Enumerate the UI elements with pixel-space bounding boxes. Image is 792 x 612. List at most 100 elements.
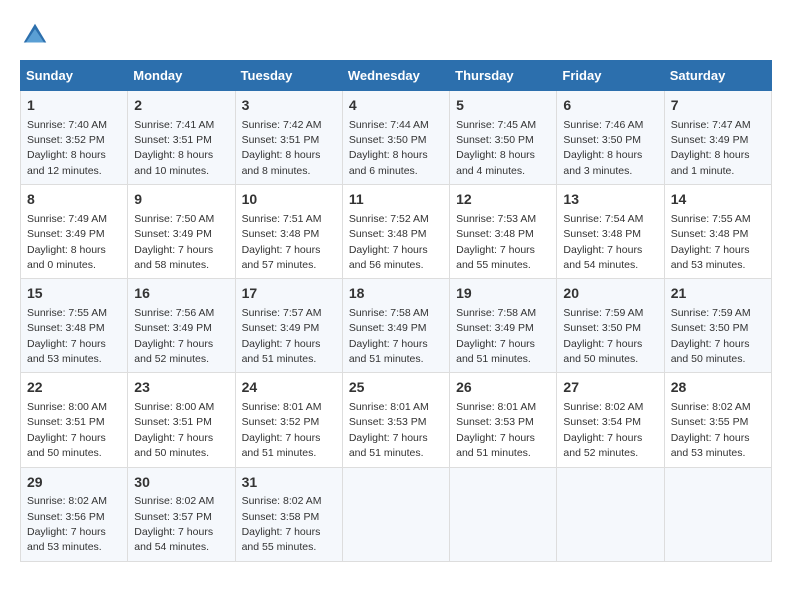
day-number: 20: [563, 284, 657, 304]
calendar-week-row: 22 Sunrise: 8:00 AMSunset: 3:51 PMDaylig…: [21, 373, 772, 467]
calendar-cell: 4 Sunrise: 7:44 AMSunset: 3:50 PMDayligh…: [342, 91, 449, 185]
day-number: 22: [27, 378, 121, 398]
day-info: Sunrise: 7:41 AMSunset: 3:51 PMDaylight:…: [134, 119, 214, 177]
day-info: Sunrise: 7:58 AMSunset: 3:49 PMDaylight:…: [456, 307, 536, 365]
calendar-cell: [342, 467, 449, 561]
day-info: Sunrise: 8:02 AMSunset: 3:57 PMDaylight:…: [134, 495, 214, 553]
day-info: Sunrise: 8:02 AMSunset: 3:56 PMDaylight:…: [27, 495, 107, 553]
day-number: 7: [671, 96, 765, 116]
day-info: Sunrise: 7:52 AMSunset: 3:48 PMDaylight:…: [349, 213, 429, 271]
day-number: 27: [563, 378, 657, 398]
day-info: Sunrise: 8:00 AMSunset: 3:51 PMDaylight:…: [27, 401, 107, 459]
calendar-cell: 5 Sunrise: 7:45 AMSunset: 3:50 PMDayligh…: [450, 91, 557, 185]
calendar-cell: 28 Sunrise: 8:02 AMSunset: 3:55 PMDaylig…: [664, 373, 771, 467]
header: [20, 20, 772, 50]
calendar-cell: 7 Sunrise: 7:47 AMSunset: 3:49 PMDayligh…: [664, 91, 771, 185]
calendar-cell: 12 Sunrise: 7:53 AMSunset: 3:48 PMDaylig…: [450, 185, 557, 279]
day-number: 31: [242, 473, 336, 493]
day-number: 13: [563, 190, 657, 210]
calendar-cell: 23 Sunrise: 8:00 AMSunset: 3:51 PMDaylig…: [128, 373, 235, 467]
calendar-week-row: 8 Sunrise: 7:49 AMSunset: 3:49 PMDayligh…: [21, 185, 772, 279]
day-info: Sunrise: 7:54 AMSunset: 3:48 PMDaylight:…: [563, 213, 643, 271]
calendar-cell: 17 Sunrise: 7:57 AMSunset: 3:49 PMDaylig…: [235, 279, 342, 373]
calendar-day-header: Friday: [557, 61, 664, 91]
day-number: 14: [671, 190, 765, 210]
calendar-header-row: SundayMondayTuesdayWednesdayThursdayFrid…: [21, 61, 772, 91]
day-info: Sunrise: 7:45 AMSunset: 3:50 PMDaylight:…: [456, 119, 536, 177]
calendar-week-row: 15 Sunrise: 7:55 AMSunset: 3:48 PMDaylig…: [21, 279, 772, 373]
day-info: Sunrise: 8:02 AMSunset: 3:54 PMDaylight:…: [563, 401, 643, 459]
calendar-cell: 30 Sunrise: 8:02 AMSunset: 3:57 PMDaylig…: [128, 467, 235, 561]
calendar-cell: 2 Sunrise: 7:41 AMSunset: 3:51 PMDayligh…: [128, 91, 235, 185]
day-number: 2: [134, 96, 228, 116]
calendar-cell: 10 Sunrise: 7:51 AMSunset: 3:48 PMDaylig…: [235, 185, 342, 279]
logo-icon: [20, 20, 50, 50]
calendar-cell: [557, 467, 664, 561]
day-info: Sunrise: 7:46 AMSunset: 3:50 PMDaylight:…: [563, 119, 643, 177]
calendar-cell: 20 Sunrise: 7:59 AMSunset: 3:50 PMDaylig…: [557, 279, 664, 373]
calendar-table: SundayMondayTuesdayWednesdayThursdayFrid…: [20, 60, 772, 562]
day-number: 29: [27, 473, 121, 493]
calendar-cell: 31 Sunrise: 8:02 AMSunset: 3:58 PMDaylig…: [235, 467, 342, 561]
calendar-cell: 24 Sunrise: 8:01 AMSunset: 3:52 PMDaylig…: [235, 373, 342, 467]
calendar-cell: 8 Sunrise: 7:49 AMSunset: 3:49 PMDayligh…: [21, 185, 128, 279]
calendar-week-row: 29 Sunrise: 8:02 AMSunset: 3:56 PMDaylig…: [21, 467, 772, 561]
day-number: 30: [134, 473, 228, 493]
calendar-cell: 18 Sunrise: 7:58 AMSunset: 3:49 PMDaylig…: [342, 279, 449, 373]
day-number: 16: [134, 284, 228, 304]
calendar-day-header: Wednesday: [342, 61, 449, 91]
day-info: Sunrise: 8:01 AMSunset: 3:53 PMDaylight:…: [456, 401, 536, 459]
calendar-cell: [664, 467, 771, 561]
day-number: 3: [242, 96, 336, 116]
calendar-day-header: Thursday: [450, 61, 557, 91]
calendar-cell: [450, 467, 557, 561]
calendar-cell: 25 Sunrise: 8:01 AMSunset: 3:53 PMDaylig…: [342, 373, 449, 467]
day-info: Sunrise: 7:59 AMSunset: 3:50 PMDaylight:…: [671, 307, 751, 365]
day-number: 9: [134, 190, 228, 210]
calendar-cell: 22 Sunrise: 8:00 AMSunset: 3:51 PMDaylig…: [21, 373, 128, 467]
calendar-cell: 9 Sunrise: 7:50 AMSunset: 3:49 PMDayligh…: [128, 185, 235, 279]
calendar-day-header: Tuesday: [235, 61, 342, 91]
day-info: Sunrise: 7:58 AMSunset: 3:49 PMDaylight:…: [349, 307, 429, 365]
day-info: Sunrise: 8:02 AMSunset: 3:58 PMDaylight:…: [242, 495, 322, 553]
day-info: Sunrise: 8:01 AMSunset: 3:52 PMDaylight:…: [242, 401, 322, 459]
logo: [20, 20, 54, 50]
calendar-cell: 15 Sunrise: 7:55 AMSunset: 3:48 PMDaylig…: [21, 279, 128, 373]
day-info: Sunrise: 8:00 AMSunset: 3:51 PMDaylight:…: [134, 401, 214, 459]
day-info: Sunrise: 7:49 AMSunset: 3:49 PMDaylight:…: [27, 213, 107, 271]
day-number: 15: [27, 284, 121, 304]
calendar-day-header: Sunday: [21, 61, 128, 91]
calendar-day-header: Saturday: [664, 61, 771, 91]
day-info: Sunrise: 7:53 AMSunset: 3:48 PMDaylight:…: [456, 213, 536, 271]
calendar-cell: 29 Sunrise: 8:02 AMSunset: 3:56 PMDaylig…: [21, 467, 128, 561]
calendar-cell: 27 Sunrise: 8:02 AMSunset: 3:54 PMDaylig…: [557, 373, 664, 467]
day-info: Sunrise: 8:01 AMSunset: 3:53 PMDaylight:…: [349, 401, 429, 459]
day-number: 18: [349, 284, 443, 304]
calendar-cell: 21 Sunrise: 7:59 AMSunset: 3:50 PMDaylig…: [664, 279, 771, 373]
day-info: Sunrise: 7:56 AMSunset: 3:49 PMDaylight:…: [134, 307, 214, 365]
day-number: 25: [349, 378, 443, 398]
day-info: Sunrise: 7:40 AMSunset: 3:52 PMDaylight:…: [27, 119, 107, 177]
calendar-cell: 6 Sunrise: 7:46 AMSunset: 3:50 PMDayligh…: [557, 91, 664, 185]
calendar-cell: 13 Sunrise: 7:54 AMSunset: 3:48 PMDaylig…: [557, 185, 664, 279]
day-info: Sunrise: 7:55 AMSunset: 3:48 PMDaylight:…: [671, 213, 751, 271]
day-number: 28: [671, 378, 765, 398]
calendar-cell: 3 Sunrise: 7:42 AMSunset: 3:51 PMDayligh…: [235, 91, 342, 185]
day-number: 21: [671, 284, 765, 304]
calendar-cell: 11 Sunrise: 7:52 AMSunset: 3:48 PMDaylig…: [342, 185, 449, 279]
day-number: 11: [349, 190, 443, 210]
day-info: Sunrise: 7:59 AMSunset: 3:50 PMDaylight:…: [563, 307, 643, 365]
calendar-day-header: Monday: [128, 61, 235, 91]
day-info: Sunrise: 7:44 AMSunset: 3:50 PMDaylight:…: [349, 119, 429, 177]
day-number: 4: [349, 96, 443, 116]
day-number: 8: [27, 190, 121, 210]
calendar-cell: 14 Sunrise: 7:55 AMSunset: 3:48 PMDaylig…: [664, 185, 771, 279]
day-number: 23: [134, 378, 228, 398]
calendar-cell: 19 Sunrise: 7:58 AMSunset: 3:49 PMDaylig…: [450, 279, 557, 373]
day-number: 5: [456, 96, 550, 116]
day-info: Sunrise: 7:42 AMSunset: 3:51 PMDaylight:…: [242, 119, 322, 177]
calendar-cell: 26 Sunrise: 8:01 AMSunset: 3:53 PMDaylig…: [450, 373, 557, 467]
calendar-cell: 16 Sunrise: 7:56 AMSunset: 3:49 PMDaylig…: [128, 279, 235, 373]
day-info: Sunrise: 7:50 AMSunset: 3:49 PMDaylight:…: [134, 213, 214, 271]
day-number: 10: [242, 190, 336, 210]
